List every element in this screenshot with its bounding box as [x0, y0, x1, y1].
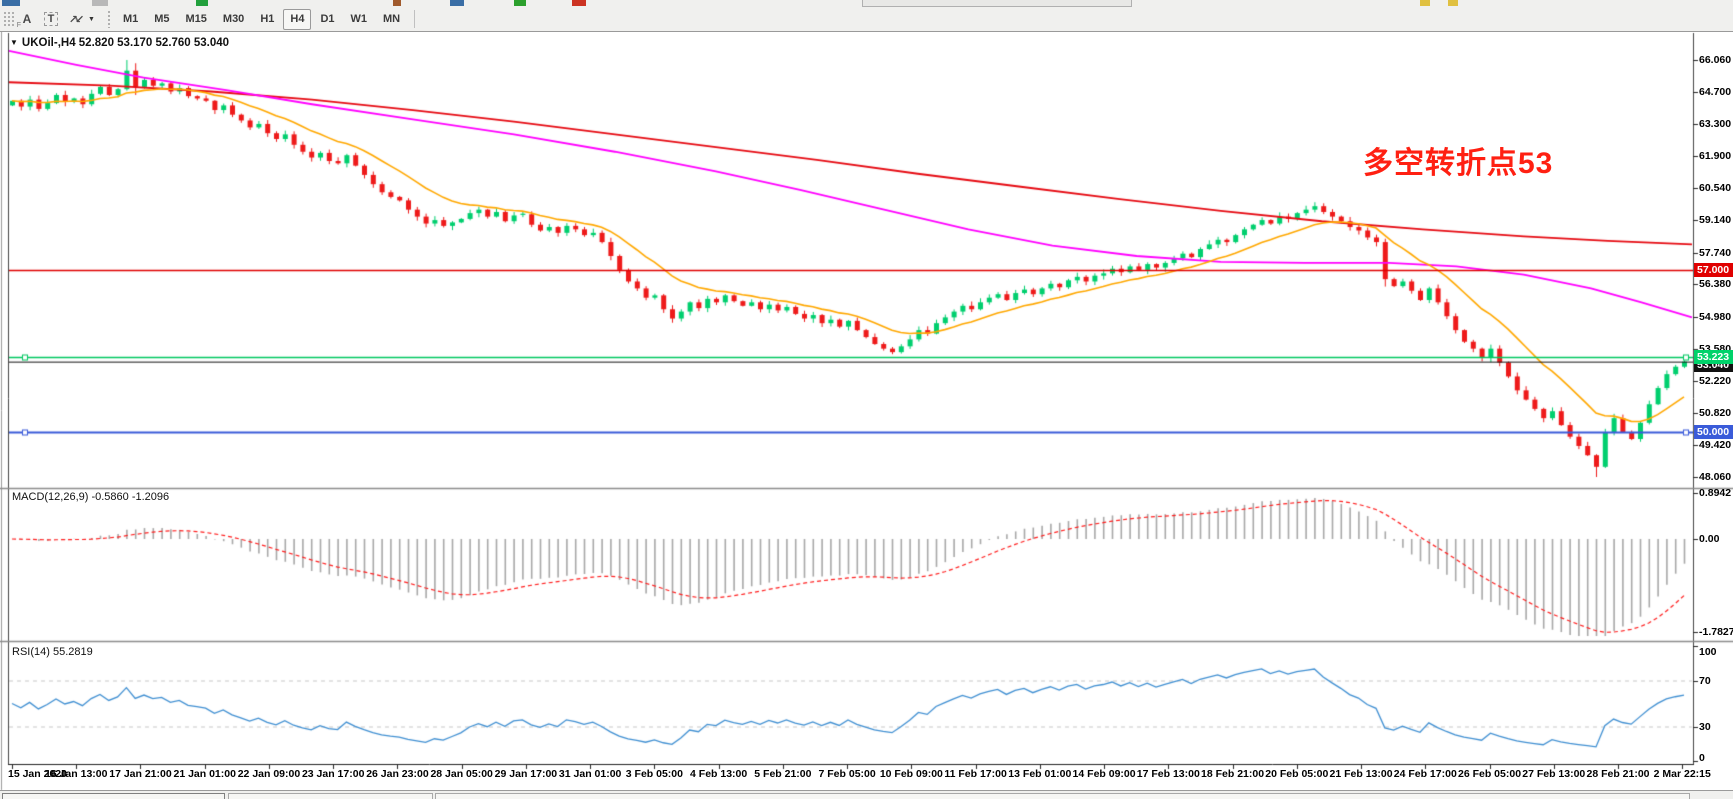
- trading-platform-window: F A T ↗↙ ▼ M1M5M15M30H1H4D1W1MN ▼UKOil-,…: [0, 0, 1733, 799]
- price-chart-canvas[interactable]: [0, 0, 1733, 799]
- cutoff-toolbar-icon: [1420, 0, 1430, 6]
- text-tool-button[interactable]: T: [40, 8, 62, 30]
- cutoff-toolbar-icon: [514, 0, 526, 6]
- cutoff-toolbar-icon: [572, 0, 586, 6]
- timeframe-button-mn[interactable]: MN: [376, 9, 407, 30]
- toolbar-separator: [414, 10, 415, 28]
- chart-toolbar: F A T ↗↙ ▼ M1M5M15M30H1H4D1W1MN: [0, 7, 1733, 32]
- timeframe-button-m15[interactable]: M15: [179, 9, 214, 30]
- cutoff-toolbar-icon: [92, 0, 108, 6]
- cutoff-toolbar-icon: [2, 0, 20, 6]
- bottom-tab[interactable]: [228, 793, 433, 799]
- bottom-tab[interactable]: [2, 793, 225, 799]
- timeframe-button-m5[interactable]: M5: [147, 9, 176, 30]
- timeframe-button-m30[interactable]: M30: [216, 9, 251, 30]
- cutoff-toolbar-icon: [450, 0, 464, 6]
- chevron-down-icon[interactable]: ▼: [88, 16, 95, 23]
- timeframe-button-h4[interactable]: H4: [283, 9, 311, 30]
- bottom-panel-edge: [435, 793, 1690, 799]
- cutoff-toolbar-icon: [393, 0, 401, 6]
- arrows-tool-button[interactable]: ↗↙: [64, 8, 86, 30]
- toolbar-grip-icon[interactable]: [107, 10, 111, 28]
- cutoff-toolbar-icon: [196, 0, 208, 6]
- timeframe-button-d1[interactable]: D1: [313, 9, 341, 30]
- timeframe-button-w1[interactable]: W1: [344, 9, 375, 30]
- toolbar-grip-icon[interactable]: F: [3, 11, 15, 27]
- timeframe-button-m1[interactable]: M1: [116, 9, 145, 30]
- bottom-tab-strip-cutoff: [0, 790, 1733, 799]
- cutoff-toolbar-icon: [1448, 0, 1458, 6]
- timeframe-button-h1[interactable]: H1: [253, 9, 281, 30]
- cutoff-toolbar-group: [862, 0, 1132, 7]
- toolbar-top-cutoff-strip: [0, 0, 1733, 7]
